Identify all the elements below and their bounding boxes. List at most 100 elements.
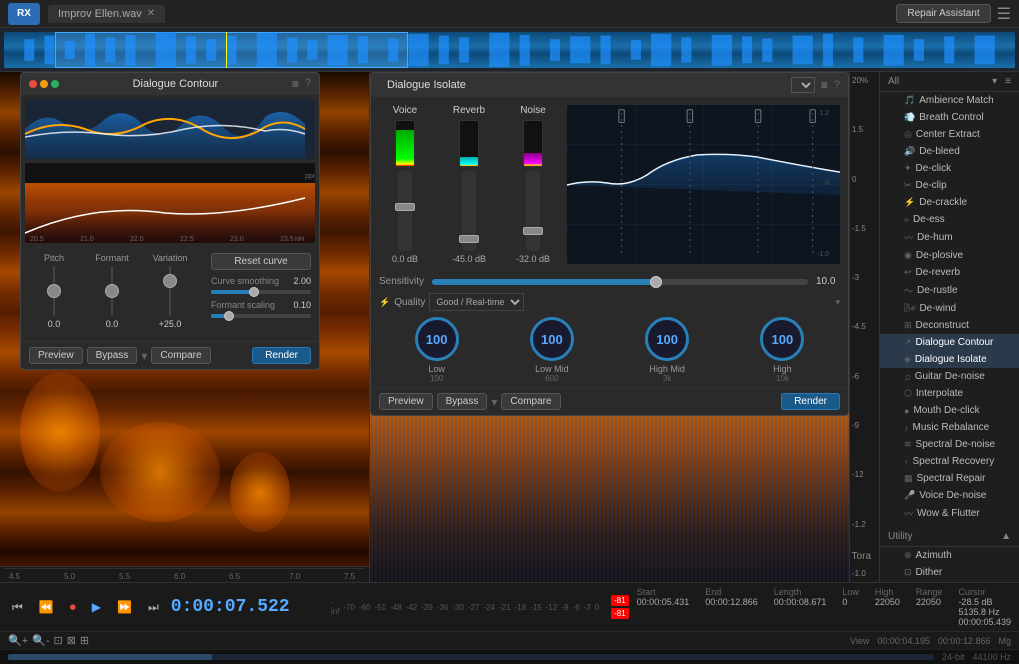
waveform-overview[interactable]	[0, 28, 1019, 72]
play-button[interactable]: ▶	[88, 598, 105, 616]
fast-forward-button[interactable]: ⏩	[113, 598, 136, 616]
sidebar-item-voice-de-noise[interactable]: 🎤 Voice De-noise	[880, 487, 1019, 504]
record-button[interactable]: ⏺	[66, 598, 80, 617]
reverb-fader[interactable]	[462, 171, 476, 251]
isolate-render-button[interactable]: Render	[781, 393, 840, 410]
formant-scaling-slider[interactable]	[211, 314, 311, 318]
rewind-button[interactable]: ⏪	[35, 598, 58, 616]
curve-smoothing-thumb[interactable]	[249, 287, 259, 297]
sidebar-item-de-click[interactable]: ✦ De-click	[880, 160, 1019, 177]
sensitivity-thumb[interactable]	[650, 276, 662, 288]
sidebar-item-deconstruct[interactable]: ⊞ Deconstruct	[880, 317, 1019, 334]
sidebar-item-azimuth[interactable]: ⊕ Azimuth	[880, 547, 1019, 564]
contour-menu-icon[interactable]: ≡	[292, 77, 299, 91]
sidebar-item-music-rebalance[interactable]: ♪ Music Rebalance	[880, 419, 1019, 436]
utility-expand-icon[interactable]: ▲	[1001, 531, 1011, 542]
formant-thumb[interactable]	[105, 284, 119, 298]
sidebar-item-dither[interactable]: ⊡ Dither	[880, 564, 1019, 581]
sidebar-item-wow-flutter[interactable]: 〰 Wow & Flutter	[880, 504, 1019, 523]
sidebar-item-de-rustle[interactable]: 〜 De-rustle	[880, 281, 1019, 300]
sidebar-item-de-reverb[interactable]: ↩ De-reverb	[880, 264, 1019, 281]
tab-file[interactable]: Improv Ellen.wav ✕	[48, 5, 165, 23]
sidebar-item-dialogue-contour[interactable]: ↗ Dialogue Contour	[880, 334, 1019, 351]
sidebar-item-spectral-recovery[interactable]: ↑ Spectral Recovery	[880, 453, 1019, 470]
skip-back-button[interactable]: ⏮	[8, 598, 27, 617]
repair-assistant-button[interactable]: Repair Assistant	[896, 4, 990, 23]
formant-scaling-thumb[interactable]	[224, 311, 234, 321]
sidebar-item-breath-control[interactable]: 💨 Breath Control	[880, 109, 1019, 126]
zoom-selection-button[interactable]: ⊠	[67, 634, 76, 647]
curve-smoothing-slider[interactable]	[211, 290, 311, 294]
waveform-inner[interactable]	[4, 32, 1015, 68]
skip-forward-button[interactable]: ⏭	[144, 598, 163, 617]
formant-slider[interactable]	[111, 266, 113, 316]
zoom-fit-button[interactable]: ⊡	[53, 634, 62, 647]
main-spectrogram[interactable]: Dialogue Isolate ≡ ?	[370, 72, 879, 582]
sidebar-item-de-crackle[interactable]: ⚡ De-crackle	[880, 194, 1019, 211]
isolate-preview-button[interactable]: Preview	[379, 393, 433, 410]
contour-preview-button[interactable]: Preview	[29, 347, 83, 364]
knob-high-mid[interactable]: 100	[645, 317, 689, 361]
sidebar-item-mouth-de-click[interactable]: ● Mouth De-click	[880, 402, 1019, 419]
isolate-dropdown[interactable]	[791, 77, 815, 93]
sidebar-item-de-bleed[interactable]: 🔊 De-bleed	[880, 143, 1019, 160]
sidebar-item-de-clip[interactable]: ✂ De-clip	[880, 177, 1019, 194]
variation-thumb[interactable]	[163, 274, 177, 288]
azimuth-icon: ⊕	[904, 550, 912, 561]
quality-expand-icon[interactable]: ▾	[835, 297, 840, 308]
sidebar-item-eq[interactable]: ≡ EQ	[880, 581, 1019, 582]
isolate-menu-icon[interactable]: ≡	[821, 78, 828, 92]
playback-position-bar[interactable]	[8, 654, 934, 660]
contour-render-button[interactable]: Render	[252, 347, 311, 364]
zoom-in-button[interactable]: 🔍+	[8, 634, 28, 647]
zoom-out-button[interactable]: 🔍-	[32, 634, 49, 647]
sidebar-item-de-ess[interactable]: ≈ De-ess	[880, 211, 1019, 228]
sidebar-item-ambience-match[interactable]: 🎵 Ambience Match	[880, 92, 1019, 109]
variation-slider[interactable]	[169, 266, 171, 316]
variation-label: Variation	[153, 253, 188, 263]
contour-compare-button[interactable]: Compare	[151, 347, 210, 364]
isolate-bypass-button[interactable]: Bypass	[437, 393, 488, 410]
mouth-de-click-label: Mouth De-click	[913, 405, 979, 416]
knob-high[interactable]: 100	[760, 317, 804, 361]
knob-low[interactable]: 100	[415, 317, 459, 361]
voice-fader-thumb[interactable]	[395, 203, 415, 211]
pitch-slider[interactable]	[53, 266, 55, 316]
contour-help-icon[interactable]: ?	[305, 77, 311, 91]
knob-high-freq: 10k	[776, 374, 789, 383]
isolate-compare-button[interactable]: Compare	[501, 393, 560, 410]
knob-low-mid[interactable]: 100	[530, 317, 574, 361]
reset-curve-button[interactable]: Reset curve	[211, 253, 311, 270]
sensitivity-slider[interactable]	[432, 279, 808, 285]
noise-meter-bar	[523, 120, 543, 167]
sidebar-item-de-wind[interactable]: 🌬 De-wind	[880, 300, 1019, 317]
sidebar-menu-icon[interactable]: ≡	[1005, 76, 1011, 87]
zoom-custom-button[interactable]: ⊞	[80, 634, 89, 647]
reverb-fader-thumb[interactable]	[459, 235, 479, 243]
close-dot[interactable]	[29, 80, 37, 88]
sidebar-item-dialogue-isolate[interactable]: ◈ Dialogue Isolate	[880, 351, 1019, 368]
noise-fader[interactable]	[526, 171, 540, 251]
sensitivity-value: 10.0	[816, 276, 840, 287]
sidebar-item-de-hum[interactable]: 〰 De-hum	[880, 228, 1019, 247]
maximize-dot[interactable]	[51, 80, 59, 88]
sidebar-expand-icon[interactable]: ▾	[992, 76, 997, 87]
sidebar-item-interpolate[interactable]: ⬡ Interpolate	[880, 385, 1019, 402]
sidebar-item-center-extract[interactable]: ◎ Center Extract	[880, 126, 1019, 143]
isolate-help-icon[interactable]: ?	[834, 79, 840, 91]
contour-bypass-button[interactable]: Bypass	[87, 347, 138, 364]
sidebar-item-de-plosive[interactable]: ◉ De-plosive	[880, 247, 1019, 264]
close-tab-icon[interactable]: ✕	[147, 8, 155, 19]
nav-icon[interactable]: ☰	[997, 4, 1011, 24]
sidebar-item-spectral-de-noise[interactable]: ≋ Spectral De-noise	[880, 436, 1019, 453]
high-value: 22050	[875, 597, 900, 607]
noise-fader-thumb[interactable]	[523, 227, 543, 235]
knob-high-group: 100 High 10k	[760, 317, 804, 383]
start-label: Start	[637, 587, 656, 597]
voice-fader[interactable]	[398, 171, 412, 251]
sidebar-item-spectral-repair[interactable]: ▦ Spectral Repair	[880, 470, 1019, 487]
pitch-thumb[interactable]	[47, 284, 61, 298]
sidebar-item-guitar-de-noise[interactable]: ♫ Guitar De-noise	[880, 368, 1019, 385]
quality-dropdown[interactable]: Good / Real-time	[429, 293, 524, 311]
minimize-dot[interactable]	[40, 80, 48, 88]
